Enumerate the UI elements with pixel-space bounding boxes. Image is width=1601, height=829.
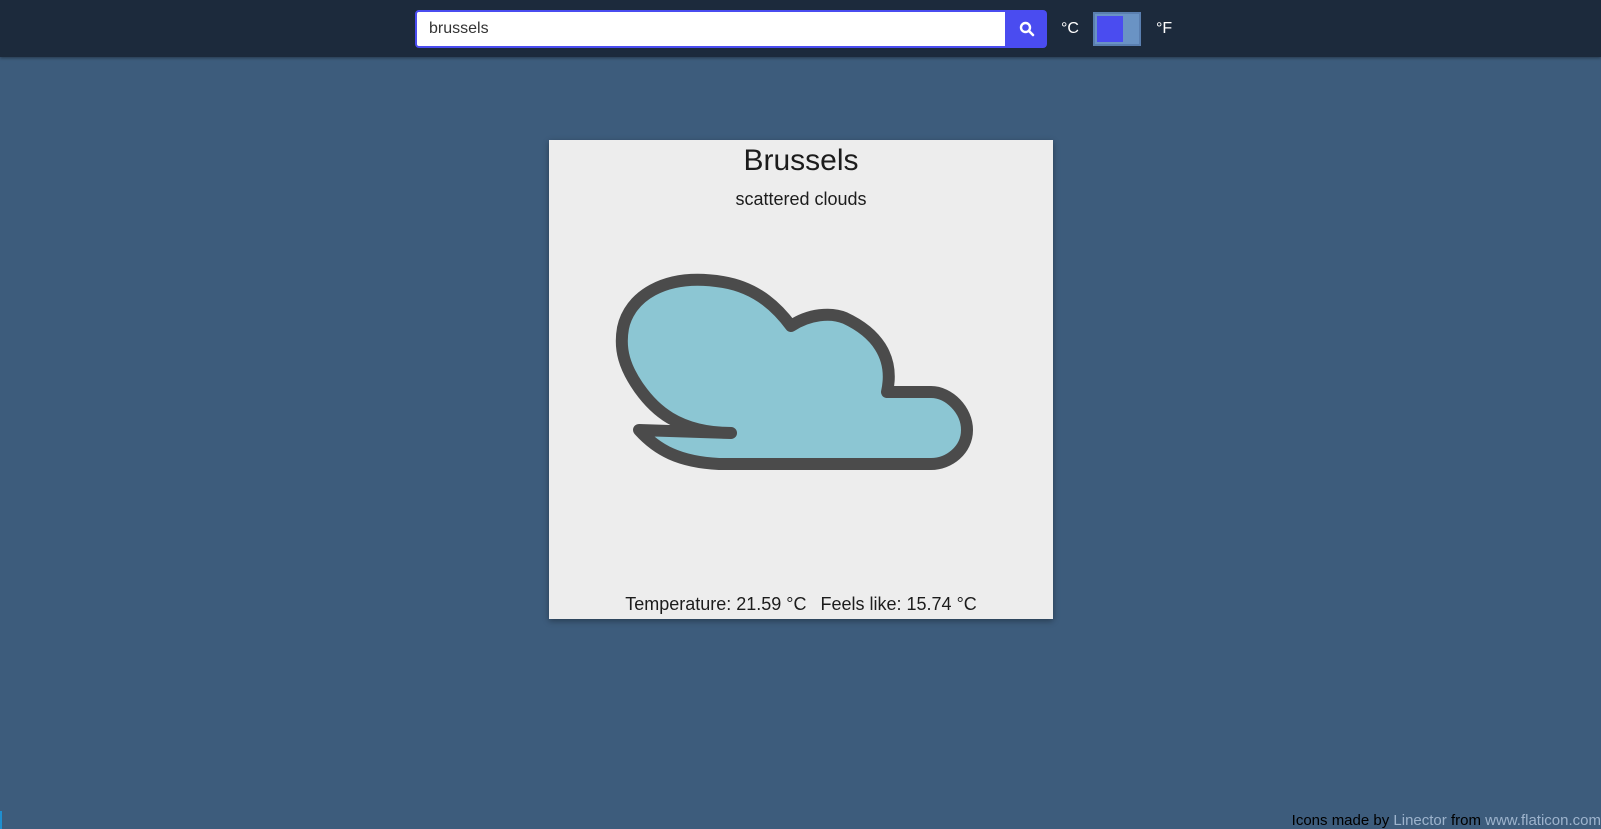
icon-attribution: Icons made by Linector from www.flaticon… — [1292, 812, 1601, 829]
temperature-text: Temperature: 21.59 °C — [625, 594, 807, 614]
cloud-icon — [615, 273, 973, 470]
search-bar — [415, 10, 1047, 48]
attribution-middle: from — [1450, 812, 1481, 829]
left-edge-strip — [0, 811, 2, 829]
search-input[interactable] — [415, 10, 1007, 48]
celsius-label[interactable]: °C — [1061, 20, 1079, 38]
attribution-site-link[interactable]: www.flaticon.com — [1485, 812, 1601, 829]
fahrenheit-label[interactable]: °F — [1156, 20, 1172, 38]
attribution-author-link[interactable]: Linector — [1393, 812, 1446, 829]
attribution-prefix: Icons made by — [1291, 812, 1390, 829]
temperature-row: Temperature: 21.59 °C Feels like: 15.74 °… — [549, 594, 1053, 615]
weather-description: scattered clouds — [735, 189, 867, 209]
weather-card: Brussels scattered clouds Temperature: 2… — [549, 140, 1053, 619]
city-name: Brussels — [743, 144, 859, 177]
unit-toggle-knob[interactable] — [1097, 16, 1123, 42]
top-bar: °C °F — [0, 0, 1601, 57]
unit-toggle[interactable] — [1093, 12, 1141, 46]
search-icon — [1019, 21, 1035, 37]
feels-like-text: Feels like: 15.74 °C — [820, 594, 977, 614]
search-button[interactable] — [1007, 10, 1047, 48]
